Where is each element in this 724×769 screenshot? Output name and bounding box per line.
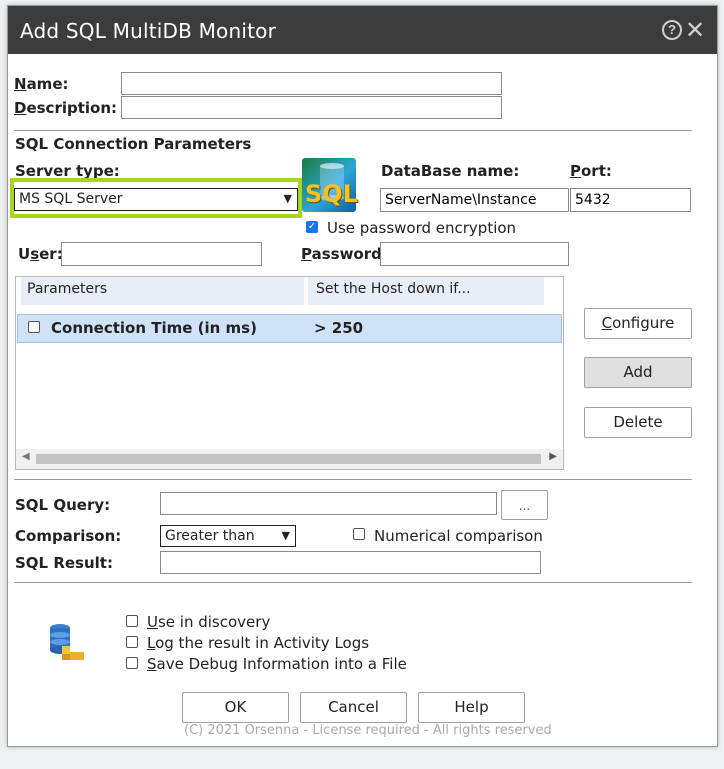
use-password-encryption-label: Use password encryption [327,219,517,237]
log-result-checkbox[interactable] [126,636,138,648]
divider [14,130,692,131]
database-name-label: DataBase name: [381,162,520,180]
add-sql-multidb-dialog: Add SQL MultiDB Monitor ? ✕ Name: Descri… [7,5,718,747]
scroll-left-icon[interactable]: ◀ [22,451,30,462]
divider [14,479,692,480]
row-parameter: Connection Time (in ms) [51,319,257,337]
close-icon[interactable]: ✕ [685,16,705,45]
dialog-title: Add SQL MultiDB Monitor [20,19,277,43]
sql-query-label: SQL Query: [15,496,111,514]
sql-logo-text: SQL [305,180,358,208]
dialog-titlebar: Add SQL MultiDB Monitor ? ✕ [8,6,717,54]
database-icon [48,622,88,662]
user-input[interactable] [61,242,262,266]
column-header-parameters[interactable]: Parameters [21,277,305,305]
grid-header: Parameters Set the Host down if... [16,277,563,307]
sql-query-input[interactable] [160,492,497,515]
sql-query-browse-button[interactable]: ... [501,490,548,520]
section-title: SQL Connection Parameters [15,135,252,153]
password-label: Password: [301,245,388,263]
comparison-select[interactable]: Greater than ▼ [160,525,296,547]
database-name-input[interactable] [380,188,569,212]
save-debug-label: Save Debug Information into a File [147,655,407,673]
column-header-condition[interactable]: Set the Host down if... [308,277,544,305]
port-label: Port: [570,162,612,180]
add-button[interactable]: Add [584,357,692,388]
ok-button[interactable]: OK [182,692,289,723]
numerical-comparison-label: Numerical comparison [374,527,543,545]
scrollbar-thumb[interactable] [36,454,541,464]
cancel-button[interactable]: Cancel [300,692,407,723]
use-in-discovery-checkbox[interactable] [126,615,138,627]
port-input[interactable] [570,188,691,212]
description-input[interactable] [121,96,502,119]
configure-button[interactable]: Configure [584,308,692,339]
table-row[interactable]: Connection Time (in ms) > 250 [17,314,562,343]
use-in-discovery-label: Use in discovery [147,613,271,631]
server-type-select[interactable]: MS SQL Server ▼ [14,188,298,211]
use-password-encryption-checkbox[interactable]: ✓ [306,221,318,233]
name-label: Name: [14,75,69,93]
user-label: User: [18,245,63,263]
delete-button[interactable]: Delete [584,407,692,438]
numerical-comparison-checkbox[interactable] [353,528,365,540]
save-debug-checkbox[interactable] [126,657,138,669]
password-input[interactable] [380,242,569,266]
help-button[interactable]: Help [418,692,525,723]
chevron-down-icon: ▼ [281,529,290,542]
row-checkbox[interactable] [28,321,40,333]
chevron-down-icon: ▼ [283,192,292,205]
row-condition: > 250 [314,319,364,337]
parameters-grid: Parameters Set the Host down if... Conne… [15,276,564,470]
divider [14,582,692,583]
comparison-value: Greater than [165,528,255,544]
log-result-label: Log the result in Activity Logs [147,634,370,652]
description-label: Description: [14,99,118,117]
name-input[interactable] [121,72,502,95]
comparison-label: Comparison: [15,527,122,545]
copyright-footer: (C) 2021 Orsenna - License required - Al… [184,723,552,738]
help-icon[interactable]: ? [662,20,682,40]
horizontal-scrollbar[interactable]: ◀ ▶ [16,449,563,469]
sql-result-input[interactable] [160,551,541,574]
server-type-value: MS SQL Server [19,191,123,207]
sql-logo: SQL [302,158,358,212]
scroll-right-icon[interactable]: ▶ [549,451,557,462]
sql-result-label: SQL Result: [15,554,113,572]
